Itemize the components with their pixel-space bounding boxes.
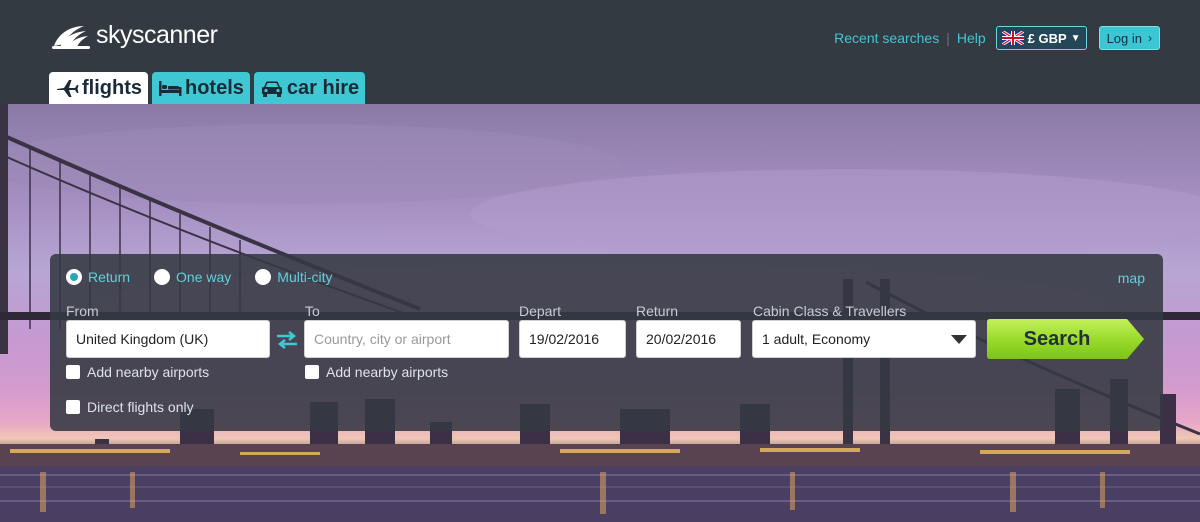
return-label: Return: [636, 303, 679, 319]
checkbox-icon: [66, 365, 80, 379]
currency-label: £ GBP: [1027, 30, 1067, 46]
sunrise-logo-icon: [52, 26, 90, 49]
trip-type-multi-city-label: Multi-city: [277, 269, 333, 285]
login-label: Log in: [1106, 30, 1142, 46]
radio-selected-icon: [66, 269, 82, 285]
bed-icon: [159, 81, 182, 96]
swap-arrows-icon[interactable]: [274, 328, 300, 352]
brand-name: skyscanner: [96, 20, 218, 49]
to-nearby-airports-label: Add nearby airports: [326, 364, 449, 380]
login-button[interactable]: Log in ›: [1098, 26, 1160, 50]
to-input[interactable]: Country, city or airport: [304, 320, 509, 358]
to-nearby-airports-checkbox[interactable]: Add nearby airports: [305, 364, 448, 380]
trip-type-group: Return One way Multi-city: [66, 269, 357, 285]
depart-date-input[interactable]: 19/02/2016: [519, 320, 626, 358]
checkbox-icon: [66, 400, 80, 414]
tab-hotels[interactable]: hotels: [152, 72, 250, 104]
divider: |: [946, 30, 950, 46]
top-header: skyscanner Recent searches | Help £ GBP …: [0, 0, 1200, 104]
caret-down-icon: ▼: [1070, 32, 1081, 44]
cabin-class-label: Cabin Class & Travellers: [753, 303, 907, 319]
trip-type-return[interactable]: Return: [66, 269, 130, 285]
car-icon: [261, 81, 282, 97]
product-tabs: flights hotels car hire: [49, 72, 369, 104]
trip-type-multi-city[interactable]: Multi-city: [255, 269, 333, 285]
checkbox-icon: [305, 365, 319, 379]
tab-car-hire-label: car hire: [286, 76, 360, 99]
skyscanner-logo[interactable]: skyscanner: [50, 18, 218, 52]
chevron-right-icon: ›: [1148, 31, 1152, 45]
tab-flights[interactable]: flights: [49, 72, 148, 104]
tab-car-hire[interactable]: car hire: [253, 72, 366, 104]
search-button-label: Search: [1023, 327, 1091, 350]
radio-unselected-icon: [154, 269, 171, 285]
caret-down-icon: [951, 335, 967, 344]
map-link[interactable]: map: [1118, 270, 1145, 286]
cabin-travellers-select[interactable]: 1 adult, Economy: [752, 320, 976, 358]
return-date-input[interactable]: 20/02/2016: [636, 320, 741, 358]
trip-type-return-label: Return: [88, 269, 131, 285]
from-input[interactable]: United Kingdom (UK): [66, 320, 270, 358]
cabin-travellers-value: 1 adult, Economy: [762, 331, 871, 347]
from-nearby-airports-checkbox[interactable]: Add nearby airports: [66, 364, 209, 380]
direct-flights-label: Direct flights only: [87, 399, 194, 415]
currency-selector[interactable]: £ GBP ▼: [995, 26, 1087, 50]
recent-searches-link[interactable]: Recent searches: [834, 30, 939, 46]
uk-flag-icon: [1001, 31, 1024, 45]
radio-unselected-icon: [255, 269, 272, 285]
help-link[interactable]: Help: [957, 30, 986, 46]
search-button[interactable]: Search: [987, 319, 1145, 359]
tab-flights-label: flights: [82, 76, 142, 99]
to-label: To: [305, 303, 320, 319]
trip-type-one-way[interactable]: One way: [154, 269, 231, 285]
direct-flights-checkbox[interactable]: Direct flights only: [66, 399, 194, 415]
from-nearby-airports-label: Add nearby airports: [87, 364, 210, 380]
from-label: From: [66, 303, 99, 319]
tab-hotels-label: hotels: [185, 76, 244, 99]
flight-search-panel: Return One way Multi-city map From Unite…: [50, 254, 1163, 431]
header-links: Recent searches | Help £ GBP ▼ Log in ›: [834, 26, 1160, 50]
trip-type-one-way-label: One way: [176, 269, 232, 285]
depart-label: Depart: [519, 303, 562, 319]
plane-icon: [57, 80, 79, 97]
